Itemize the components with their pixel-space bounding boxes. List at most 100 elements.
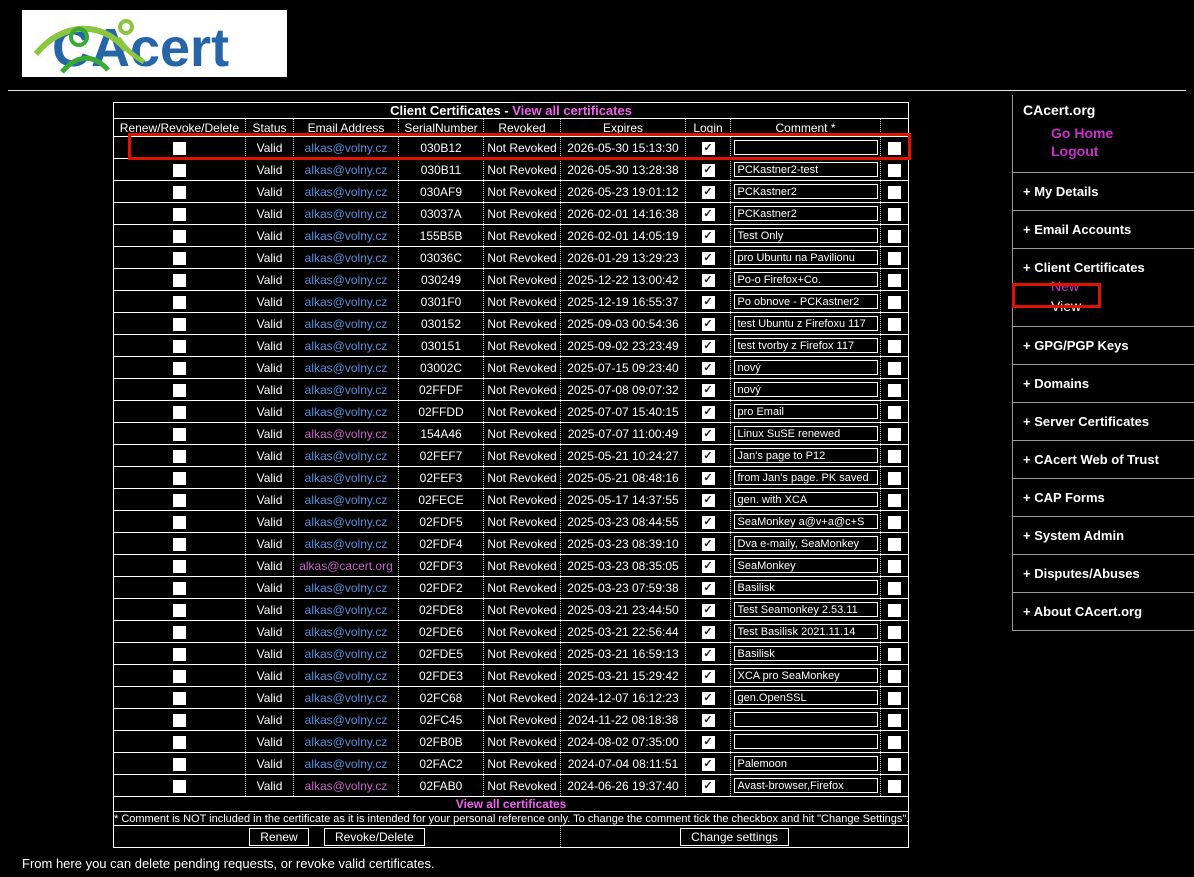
- email-link[interactable]: alkas@volny.cz: [305, 427, 388, 441]
- sidebar-item-new[interactable]: New: [1051, 278, 1194, 295]
- email-link[interactable]: alkas@volny.cz: [305, 779, 388, 793]
- renew-revoke-delete-checkbox[interactable]: [173, 428, 186, 441]
- renew-revoke-delete-checkbox[interactable]: [173, 758, 186, 771]
- sidebar-section-server-certificates[interactable]: + Server Certificates: [1023, 414, 1194, 429]
- comment-input[interactable]: [734, 756, 878, 771]
- comment-change-checkbox[interactable]: [888, 472, 901, 485]
- sidebar-link-go-home[interactable]: Go Home: [1051, 124, 1194, 142]
- renew-revoke-delete-checkbox[interactable]: [173, 384, 186, 397]
- email-link[interactable]: alkas@volny.cz: [305, 537, 388, 551]
- comment-input[interactable]: [734, 690, 878, 705]
- renew-revoke-delete-checkbox[interactable]: [173, 582, 186, 595]
- renew-revoke-delete-checkbox[interactable]: [173, 560, 186, 573]
- email-link[interactable]: alkas@cacert.org: [299, 559, 393, 573]
- comment-input[interactable]: [734, 382, 878, 397]
- comment-change-checkbox[interactable]: [888, 252, 901, 265]
- email-link[interactable]: alkas@volny.cz: [305, 515, 388, 529]
- comment-input[interactable]: [734, 624, 878, 639]
- email-link[interactable]: alkas@volny.cz: [305, 141, 388, 155]
- login-checkbox[interactable]: [702, 538, 715, 551]
- login-checkbox[interactable]: [702, 736, 715, 749]
- login-checkbox[interactable]: [702, 758, 715, 771]
- comment-change-checkbox[interactable]: [888, 406, 901, 419]
- email-link[interactable]: alkas@volny.cz: [305, 273, 388, 287]
- sidebar-section-system-admin[interactable]: + System Admin: [1023, 528, 1194, 543]
- comment-change-checkbox[interactable]: [888, 648, 901, 661]
- comment-input[interactable]: [734, 360, 878, 375]
- comment-change-checkbox[interactable]: [888, 604, 901, 617]
- comment-change-checkbox[interactable]: [888, 164, 901, 177]
- comment-input[interactable]: [734, 162, 878, 177]
- comment-change-checkbox[interactable]: [888, 230, 901, 243]
- comment-change-checkbox[interactable]: [888, 626, 901, 639]
- sidebar-section-domains[interactable]: + Domains: [1023, 376, 1194, 391]
- comment-input[interactable]: [734, 602, 878, 617]
- comment-change-checkbox[interactable]: [888, 428, 901, 441]
- login-checkbox[interactable]: [702, 604, 715, 617]
- renew-revoke-delete-checkbox[interactable]: [173, 252, 186, 265]
- login-checkbox[interactable]: [702, 670, 715, 683]
- comment-input[interactable]: [734, 140, 878, 155]
- comment-change-checkbox[interactable]: [888, 362, 901, 375]
- email-link[interactable]: alkas@volny.cz: [305, 339, 388, 353]
- login-checkbox[interactable]: [702, 714, 715, 727]
- login-checkbox[interactable]: [702, 252, 715, 265]
- renew-revoke-delete-checkbox[interactable]: [173, 604, 186, 617]
- comment-change-checkbox[interactable]: [888, 494, 901, 507]
- login-checkbox[interactable]: [702, 296, 715, 309]
- email-link[interactable]: alkas@volny.cz: [305, 405, 388, 419]
- email-link[interactable]: alkas@volny.cz: [305, 603, 388, 617]
- renew-revoke-delete-checkbox[interactable]: [173, 318, 186, 331]
- change-settings-button[interactable]: Change settings: [680, 828, 789, 846]
- renew-revoke-delete-checkbox[interactable]: [173, 362, 186, 375]
- comment-change-checkbox[interactable]: [888, 384, 901, 397]
- email-link[interactable]: alkas@volny.cz: [305, 163, 388, 177]
- email-link[interactable]: alkas@volny.cz: [305, 449, 388, 463]
- login-checkbox[interactable]: [702, 164, 715, 177]
- sidebar-section-cap-forms[interactable]: + CAP Forms: [1023, 490, 1194, 505]
- comment-change-checkbox[interactable]: [888, 714, 901, 727]
- comment-change-checkbox[interactable]: [888, 208, 901, 221]
- email-link[interactable]: alkas@volny.cz: [305, 493, 388, 507]
- comment-input[interactable]: [734, 668, 878, 683]
- login-checkbox[interactable]: [702, 142, 715, 155]
- login-checkbox[interactable]: [702, 208, 715, 221]
- renew-revoke-delete-checkbox[interactable]: [173, 164, 186, 177]
- login-checkbox[interactable]: [702, 582, 715, 595]
- comment-change-checkbox[interactable]: [888, 274, 901, 287]
- renew-revoke-delete-checkbox[interactable]: [173, 670, 186, 683]
- comment-input[interactable]: [734, 228, 878, 243]
- login-checkbox[interactable]: [702, 274, 715, 287]
- renew-revoke-delete-checkbox[interactable]: [173, 450, 186, 463]
- comment-change-checkbox[interactable]: [888, 670, 901, 683]
- sidebar-link-logout[interactable]: Logout: [1051, 142, 1194, 160]
- comment-input[interactable]: [734, 514, 878, 529]
- email-link[interactable]: alkas@volny.cz: [305, 735, 388, 749]
- renew-revoke-delete-checkbox[interactable]: [173, 494, 186, 507]
- sidebar-item-view[interactable]: View: [1051, 298, 1194, 315]
- email-link[interactable]: alkas@volny.cz: [305, 361, 388, 375]
- renew-revoke-delete-checkbox[interactable]: [173, 472, 186, 485]
- email-link[interactable]: alkas@volny.cz: [305, 251, 388, 265]
- login-checkbox[interactable]: [702, 428, 715, 441]
- renew-revoke-delete-checkbox[interactable]: [173, 736, 186, 749]
- sidebar-section-cacert-web-of-trust[interactable]: + CAcert Web of Trust: [1023, 452, 1194, 467]
- comment-input[interactable]: [734, 272, 878, 287]
- email-link[interactable]: alkas@volny.cz: [305, 647, 388, 661]
- email-link[interactable]: alkas@volny.cz: [305, 471, 388, 485]
- login-checkbox[interactable]: [702, 494, 715, 507]
- comment-input[interactable]: [734, 470, 878, 485]
- login-checkbox[interactable]: [702, 472, 715, 485]
- email-link[interactable]: alkas@volny.cz: [305, 625, 388, 639]
- email-link[interactable]: alkas@volny.cz: [305, 185, 388, 199]
- comment-change-checkbox[interactable]: [888, 780, 901, 793]
- view-all-certificates-link[interactable]: View all certificates: [512, 103, 632, 118]
- email-link[interactable]: alkas@volny.cz: [305, 295, 388, 309]
- comment-input[interactable]: [734, 536, 878, 551]
- comment-change-checkbox[interactable]: [888, 318, 901, 331]
- revoke-delete-button[interactable]: Revoke/Delete: [324, 828, 425, 846]
- login-checkbox[interactable]: [702, 648, 715, 661]
- sidebar-section-about-cacert-org[interactable]: + About CAcert.org: [1023, 604, 1194, 619]
- comment-input[interactable]: [734, 338, 878, 353]
- comment-input[interactable]: [734, 558, 878, 573]
